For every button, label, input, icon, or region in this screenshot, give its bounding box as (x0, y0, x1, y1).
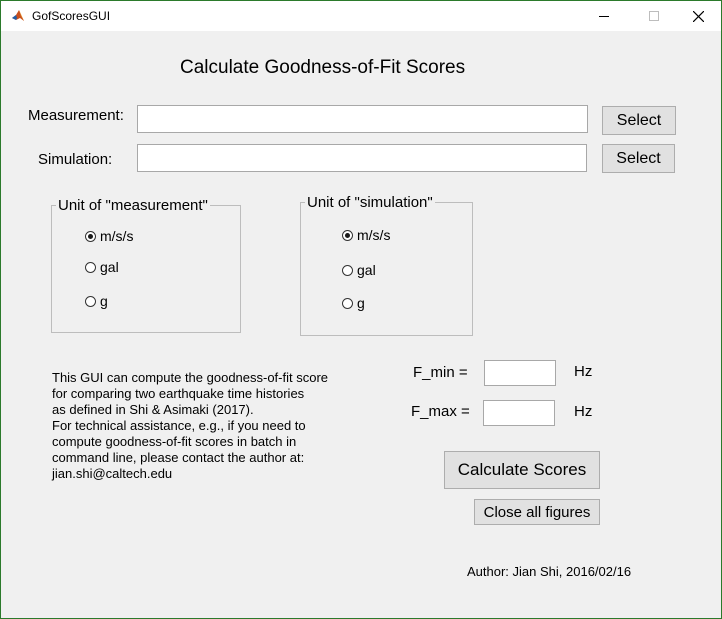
fmin-unit: Hz (574, 363, 593, 380)
radio-measurement-m-s-s[interactable]: m/s/s (85, 228, 133, 244)
fmax-input[interactable] (483, 400, 555, 426)
info-line: jian.shi@caltech.edu (52, 466, 173, 481)
radio-measurement-g[interactable]: g (85, 293, 108, 309)
close-icon (692, 10, 704, 22)
radio-unselected-icon (342, 297, 353, 309)
window-title: GofScoresGUI (32, 9, 111, 23)
close-all-figures-button[interactable]: Close all figures (474, 499, 600, 525)
radio-unselected-icon (342, 264, 353, 276)
radio-simulation-m-s-s[interactable]: m/s/s (342, 227, 390, 243)
maximize-button[interactable] (631, 1, 677, 31)
measurement-input[interactable] (137, 105, 588, 133)
minimize-icon (599, 16, 609, 17)
minimize-button[interactable] (581, 1, 627, 31)
radio-measurement-gal[interactable]: gal (85, 259, 119, 275)
select-measurement-button[interactable]: Select (602, 106, 676, 135)
measurement-label: Measurement: (28, 107, 124, 124)
calculate-scores-button[interactable]: Calculate Scores (444, 451, 600, 489)
radio-selected-icon (85, 230, 96, 242)
info-line: for comparing two earthquake time histor… (52, 386, 305, 401)
fmin-label: F_min = (413, 364, 468, 381)
radio-simulation-gal[interactable]: gal (342, 262, 376, 278)
fmax-label: F_max = (411, 403, 470, 420)
unit-measurement-group (51, 205, 241, 333)
radio-simulation-g[interactable]: g (342, 295, 365, 311)
matlab-icon (11, 9, 25, 23)
info-text: This GUI can compute the goodness-of-fit… (52, 370, 328, 482)
radio-unselected-icon (85, 295, 96, 307)
fmin-input[interactable] (484, 360, 556, 386)
app-window: GofScoresGUI Calculate Goodness-of-Fit S… (0, 0, 722, 619)
radio-unselected-icon (85, 261, 96, 273)
unit-simulation-group (300, 202, 473, 336)
unit-measurement-title: Unit of "measurement" (56, 197, 210, 214)
author-text: Author: Jian Shi, 2016/02/16 (467, 564, 632, 579)
radio-selected-icon (342, 229, 353, 241)
simulation-input[interactable] (137, 144, 587, 172)
info-line: This GUI can compute the goodness-of-fit… (52, 370, 329, 385)
simulation-label: Simulation: (38, 151, 113, 168)
info-line: as defined in Shi & Asimaki (2017). (52, 402, 254, 417)
unit-simulation-title: Unit of "simulation" (305, 194, 435, 211)
close-button[interactable] (675, 1, 721, 31)
fmax-unit: Hz (574, 403, 593, 420)
maximize-icon (649, 11, 659, 21)
select-simulation-button[interactable]: Select (602, 144, 675, 173)
title-bar: GofScoresGUI (1, 1, 721, 31)
info-line: compute goodness-of-fit scores in batch … (52, 434, 297, 449)
info-line: command line, please contact the author … (52, 450, 305, 465)
page-title: Calculate Goodness-of-Fit Scores (180, 57, 466, 78)
info-line: For technical assistance, e.g., if you n… (52, 418, 306, 433)
